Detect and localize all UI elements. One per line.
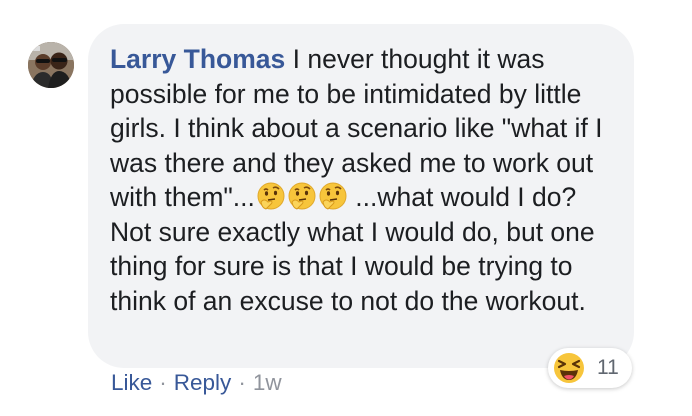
like-link[interactable]: Like bbox=[111, 370, 152, 395]
thinking-face-icon bbox=[318, 181, 348, 211]
reaction-summary[interactable]: 11 bbox=[548, 348, 632, 388]
separator-dot: · bbox=[238, 370, 246, 395]
reply-link[interactable]: Reply bbox=[174, 370, 232, 395]
timestamp-link[interactable]: 1w bbox=[253, 370, 282, 395]
comment-actions: Like · Reply · 1w bbox=[111, 370, 282, 396]
comment-body: Larry Thomas I never thought it was poss… bbox=[110, 42, 610, 318]
separator-dot: · bbox=[159, 370, 167, 395]
laughing-face-icon bbox=[553, 352, 585, 384]
author-name-link[interactable]: Larry Thomas bbox=[110, 44, 285, 74]
avatar[interactable] bbox=[28, 42, 74, 88]
thinking-face-icon bbox=[256, 181, 286, 211]
thinking-face-icon bbox=[287, 181, 317, 211]
reaction-count: 11 bbox=[597, 356, 619, 379]
